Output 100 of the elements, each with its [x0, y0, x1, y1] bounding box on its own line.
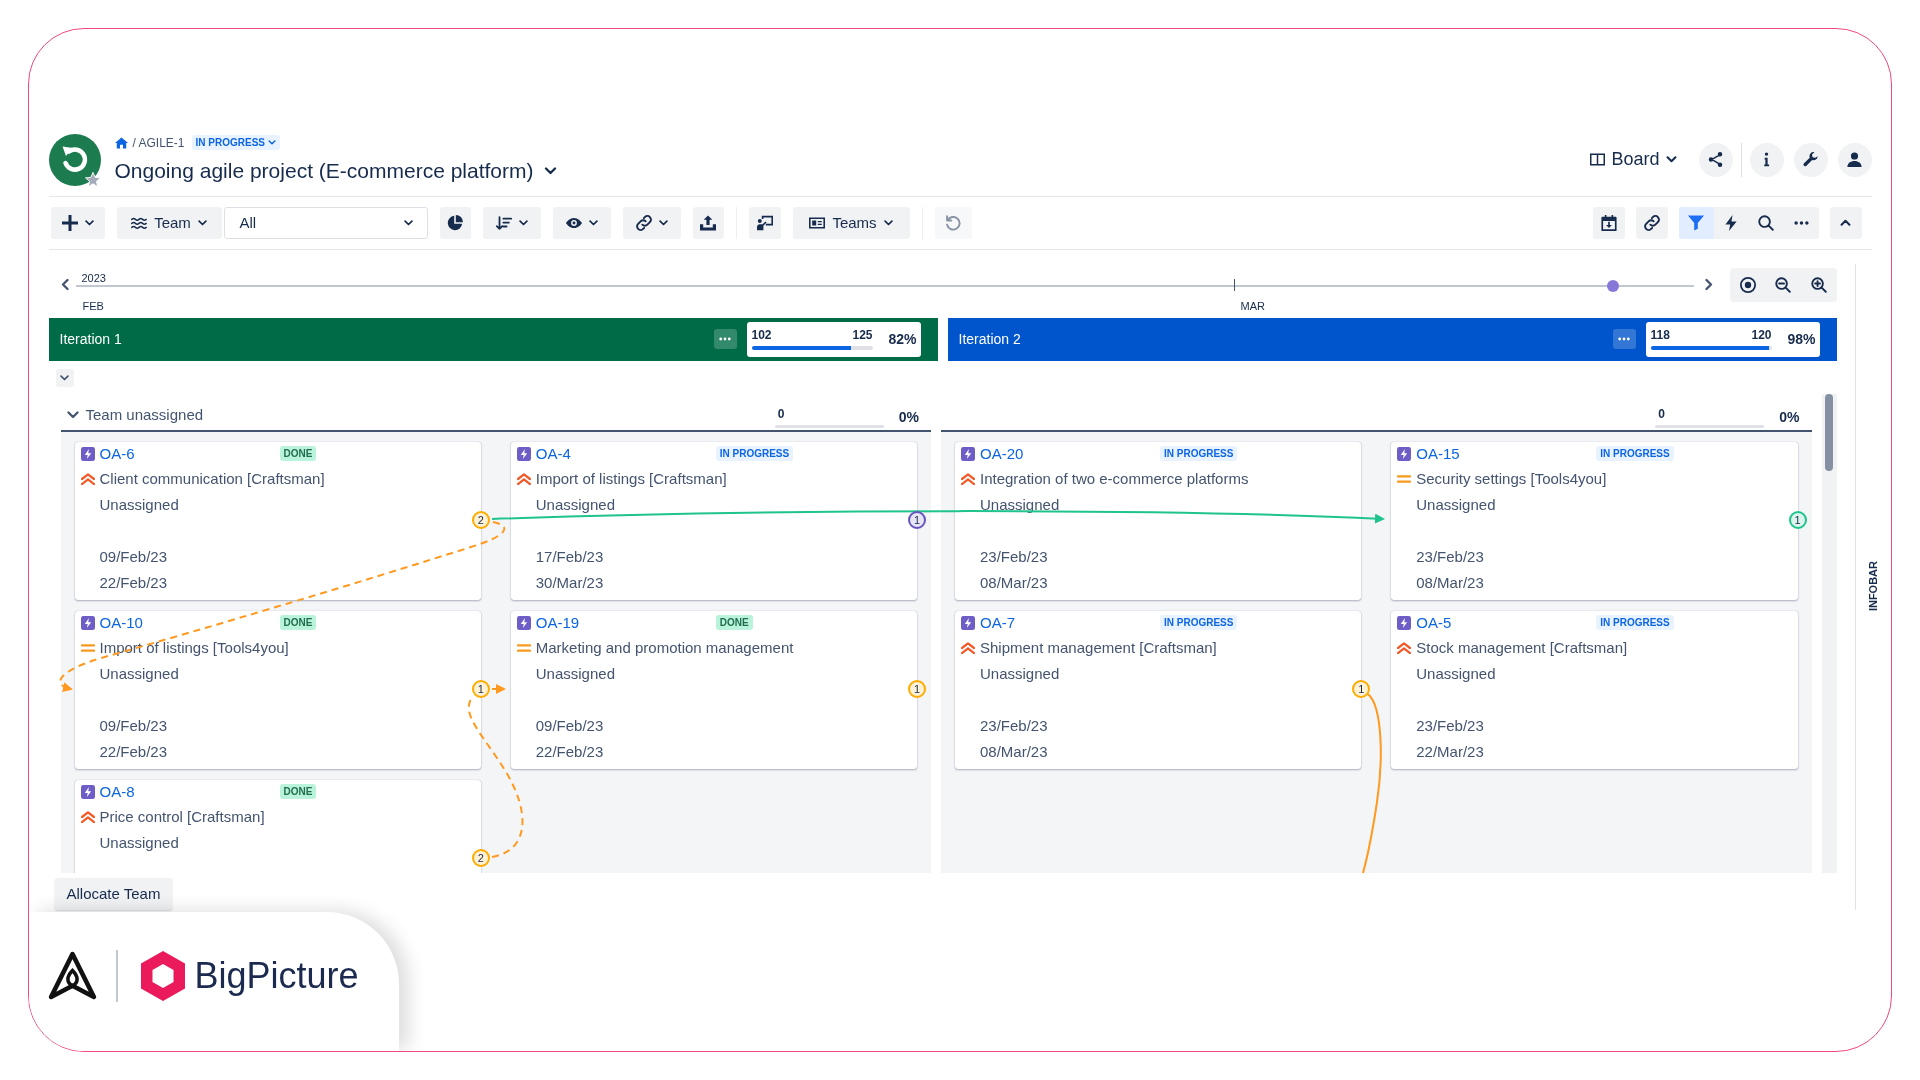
- status-lozenge: DONE: [715, 615, 753, 630]
- assignee-label: Unassigned: [980, 665, 1060, 682]
- date-label: 23/Feb/23: [980, 717, 1048, 734]
- info-button[interactable]: [1749, 142, 1784, 177]
- percent-label: 98%: [1787, 331, 1816, 347]
- view-options-button[interactable]: [552, 206, 611, 239]
- collapse-button[interactable]: [55, 368, 74, 387]
- project-title: Ongoing agile project (E-commerce platform): [114, 157, 534, 184]
- filter-button[interactable]: [1678, 206, 1714, 239]
- project-menu-button[interactable]: [543, 166, 557, 175]
- lightning-icon: [961, 615, 975, 630]
- card-title: Client communication [Craftsman]: [99, 470, 325, 487]
- iteration-menu-button[interactable]: [713, 329, 737, 349]
- date-label: 08/Mar/23: [980, 574, 1048, 591]
- sort-button[interactable]: [482, 206, 541, 239]
- dependency-count[interactable]: 1: [471, 679, 490, 698]
- link-menu-button[interactable]: [622, 206, 681, 239]
- status-lozenge: IN PROGRESS: [1596, 446, 1674, 461]
- collapse-toolbar-button[interactable]: [1829, 206, 1862, 239]
- board-icon: [1590, 153, 1606, 166]
- chevron-down-icon: [403, 219, 413, 226]
- issue-key-link[interactable]: OA-6: [99, 445, 135, 462]
- chevron-down-icon: [268, 140, 276, 145]
- add-button[interactable]: [50, 206, 105, 239]
- issue-key-link[interactable]: OA-19: [535, 614, 580, 631]
- team-select[interactable]: All: [223, 206, 428, 239]
- iteration-menu-button[interactable]: [1612, 329, 1636, 349]
- status-lozenge: IN PROGRESS: [1596, 615, 1674, 630]
- user-icon: [1847, 152, 1862, 167]
- issue-key-link[interactable]: OA-4: [535, 445, 571, 462]
- pie-chart-button[interactable]: [439, 206, 471, 239]
- settings-button[interactable]: [1793, 142, 1828, 177]
- chevron-up-icon: [1840, 219, 1851, 226]
- timeline-handle[interactable]: [1607, 279, 1620, 292]
- chevron-left-icon: [60, 278, 69, 291]
- status-lozenge: IN PROGRESS: [1160, 615, 1238, 630]
- pie-chart-icon: [447, 214, 463, 231]
- task-card[interactable]: OA-20 IN PROGRESS Integration of two e-commerce platforms Unassigned 23/Feb/23 08/Mar/23: [955, 441, 1362, 600]
- issue-key-link[interactable]: OA-7: [980, 614, 1015, 631]
- lightning-icon: [80, 615, 95, 630]
- dependency-count[interactable]: 2: [471, 848, 490, 867]
- user-button[interactable]: [1837, 142, 1872, 177]
- date-label: 08/Mar/23: [980, 743, 1048, 760]
- status-dropdown[interactable]: IN PROGRESS: [191, 135, 280, 150]
- layout-button[interactable]: Teams: [792, 206, 910, 239]
- stat-number: 0: [1657, 406, 1665, 421]
- assignee-label: Unassigned: [1416, 496, 1496, 513]
- assignee-label: Unassigned: [980, 496, 1060, 513]
- view-switcher[interactable]: Board: [1590, 149, 1677, 170]
- export-button[interactable]: [692, 206, 724, 239]
- percent-label: 82%: [888, 331, 917, 347]
- month-label: FEB: [82, 299, 104, 312]
- card-title: Marketing and promotion management: [535, 639, 794, 656]
- home-icon[interactable]: [114, 136, 128, 149]
- sort-icon: [495, 214, 512, 231]
- hexagon-logo-icon: [139, 950, 186, 1001]
- scrollbar-thumb[interactable]: [1825, 393, 1833, 471]
- infobar-tab[interactable]: INFOBAR: [1867, 561, 1880, 612]
- group-by-button[interactable]: Team: [116, 206, 222, 239]
- chevron-down-icon: [658, 219, 668, 226]
- card-title: Price control [Craftsman]: [99, 808, 265, 825]
- share-icon: [1708, 152, 1723, 167]
- chevron-down-icon[interactable]: [66, 410, 79, 419]
- scrollbar-track[interactable]: [1821, 393, 1837, 873]
- link-button[interactable]: [1635, 206, 1668, 239]
- share-button[interactable]: [1698, 142, 1733, 177]
- chevron-down-icon: [518, 219, 528, 226]
- issue-key-link[interactable]: OA-8: [99, 783, 135, 800]
- issue-key-link[interactable]: OA-10: [99, 614, 143, 631]
- date-label: 22/Mar/23: [1416, 743, 1484, 760]
- dependency-count[interactable]: 1: [908, 679, 926, 698]
- card-title: Import of listings [Tools4you]: [99, 639, 289, 656]
- dependency-count[interactable]: 1: [1352, 679, 1371, 698]
- lightning-icon: [1397, 446, 1412, 461]
- date-label: 30/Mar/23: [535, 574, 604, 591]
- breadcrumb-link[interactable]: / AGILE-1: [132, 135, 185, 150]
- presentation-button[interactable]: [748, 206, 781, 239]
- star-icon[interactable]: [84, 171, 101, 187]
- date-label: 22/Feb/23: [535, 743, 604, 760]
- card-title: Import of listings [Craftsman]: [535, 470, 727, 487]
- issue-key-link[interactable]: OA-5: [1416, 614, 1452, 631]
- assignee-label: Unassigned: [1416, 665, 1496, 682]
- date-label: 23/Feb/23: [1416, 548, 1484, 565]
- task-card[interactable]: OA-5 IN PROGRESS Stock management [Craftsman] Unassigned 23/Feb/23 22/Mar/23: [1391, 610, 1798, 769]
- lightning-icon: [80, 446, 95, 461]
- issue-key-link[interactable]: OA-15: [1416, 445, 1460, 462]
- assignee-label: Unassigned: [99, 665, 179, 682]
- lightning-icon: [961, 446, 975, 461]
- date-label: 17/Feb/23: [535, 548, 604, 565]
- stat-number: 125: [852, 328, 873, 342]
- dependency-count[interactable]: 2: [471, 510, 490, 529]
- date-label: 22/Feb/23: [99, 743, 168, 760]
- card-title: Shipment management [Craftsman]: [980, 639, 1217, 656]
- allocate-team-button[interactable]: Allocate Team: [54, 877, 173, 910]
- zoom-out-icon: [1775, 276, 1792, 293]
- calendar-button[interactable]: [1592, 206, 1625, 239]
- triangle-logo-icon: [47, 950, 98, 1001]
- dependency-count[interactable]: 1: [1788, 510, 1807, 529]
- issue-key-link[interactable]: OA-20: [980, 445, 1024, 462]
- calendar-icon: [1600, 214, 1617, 231]
